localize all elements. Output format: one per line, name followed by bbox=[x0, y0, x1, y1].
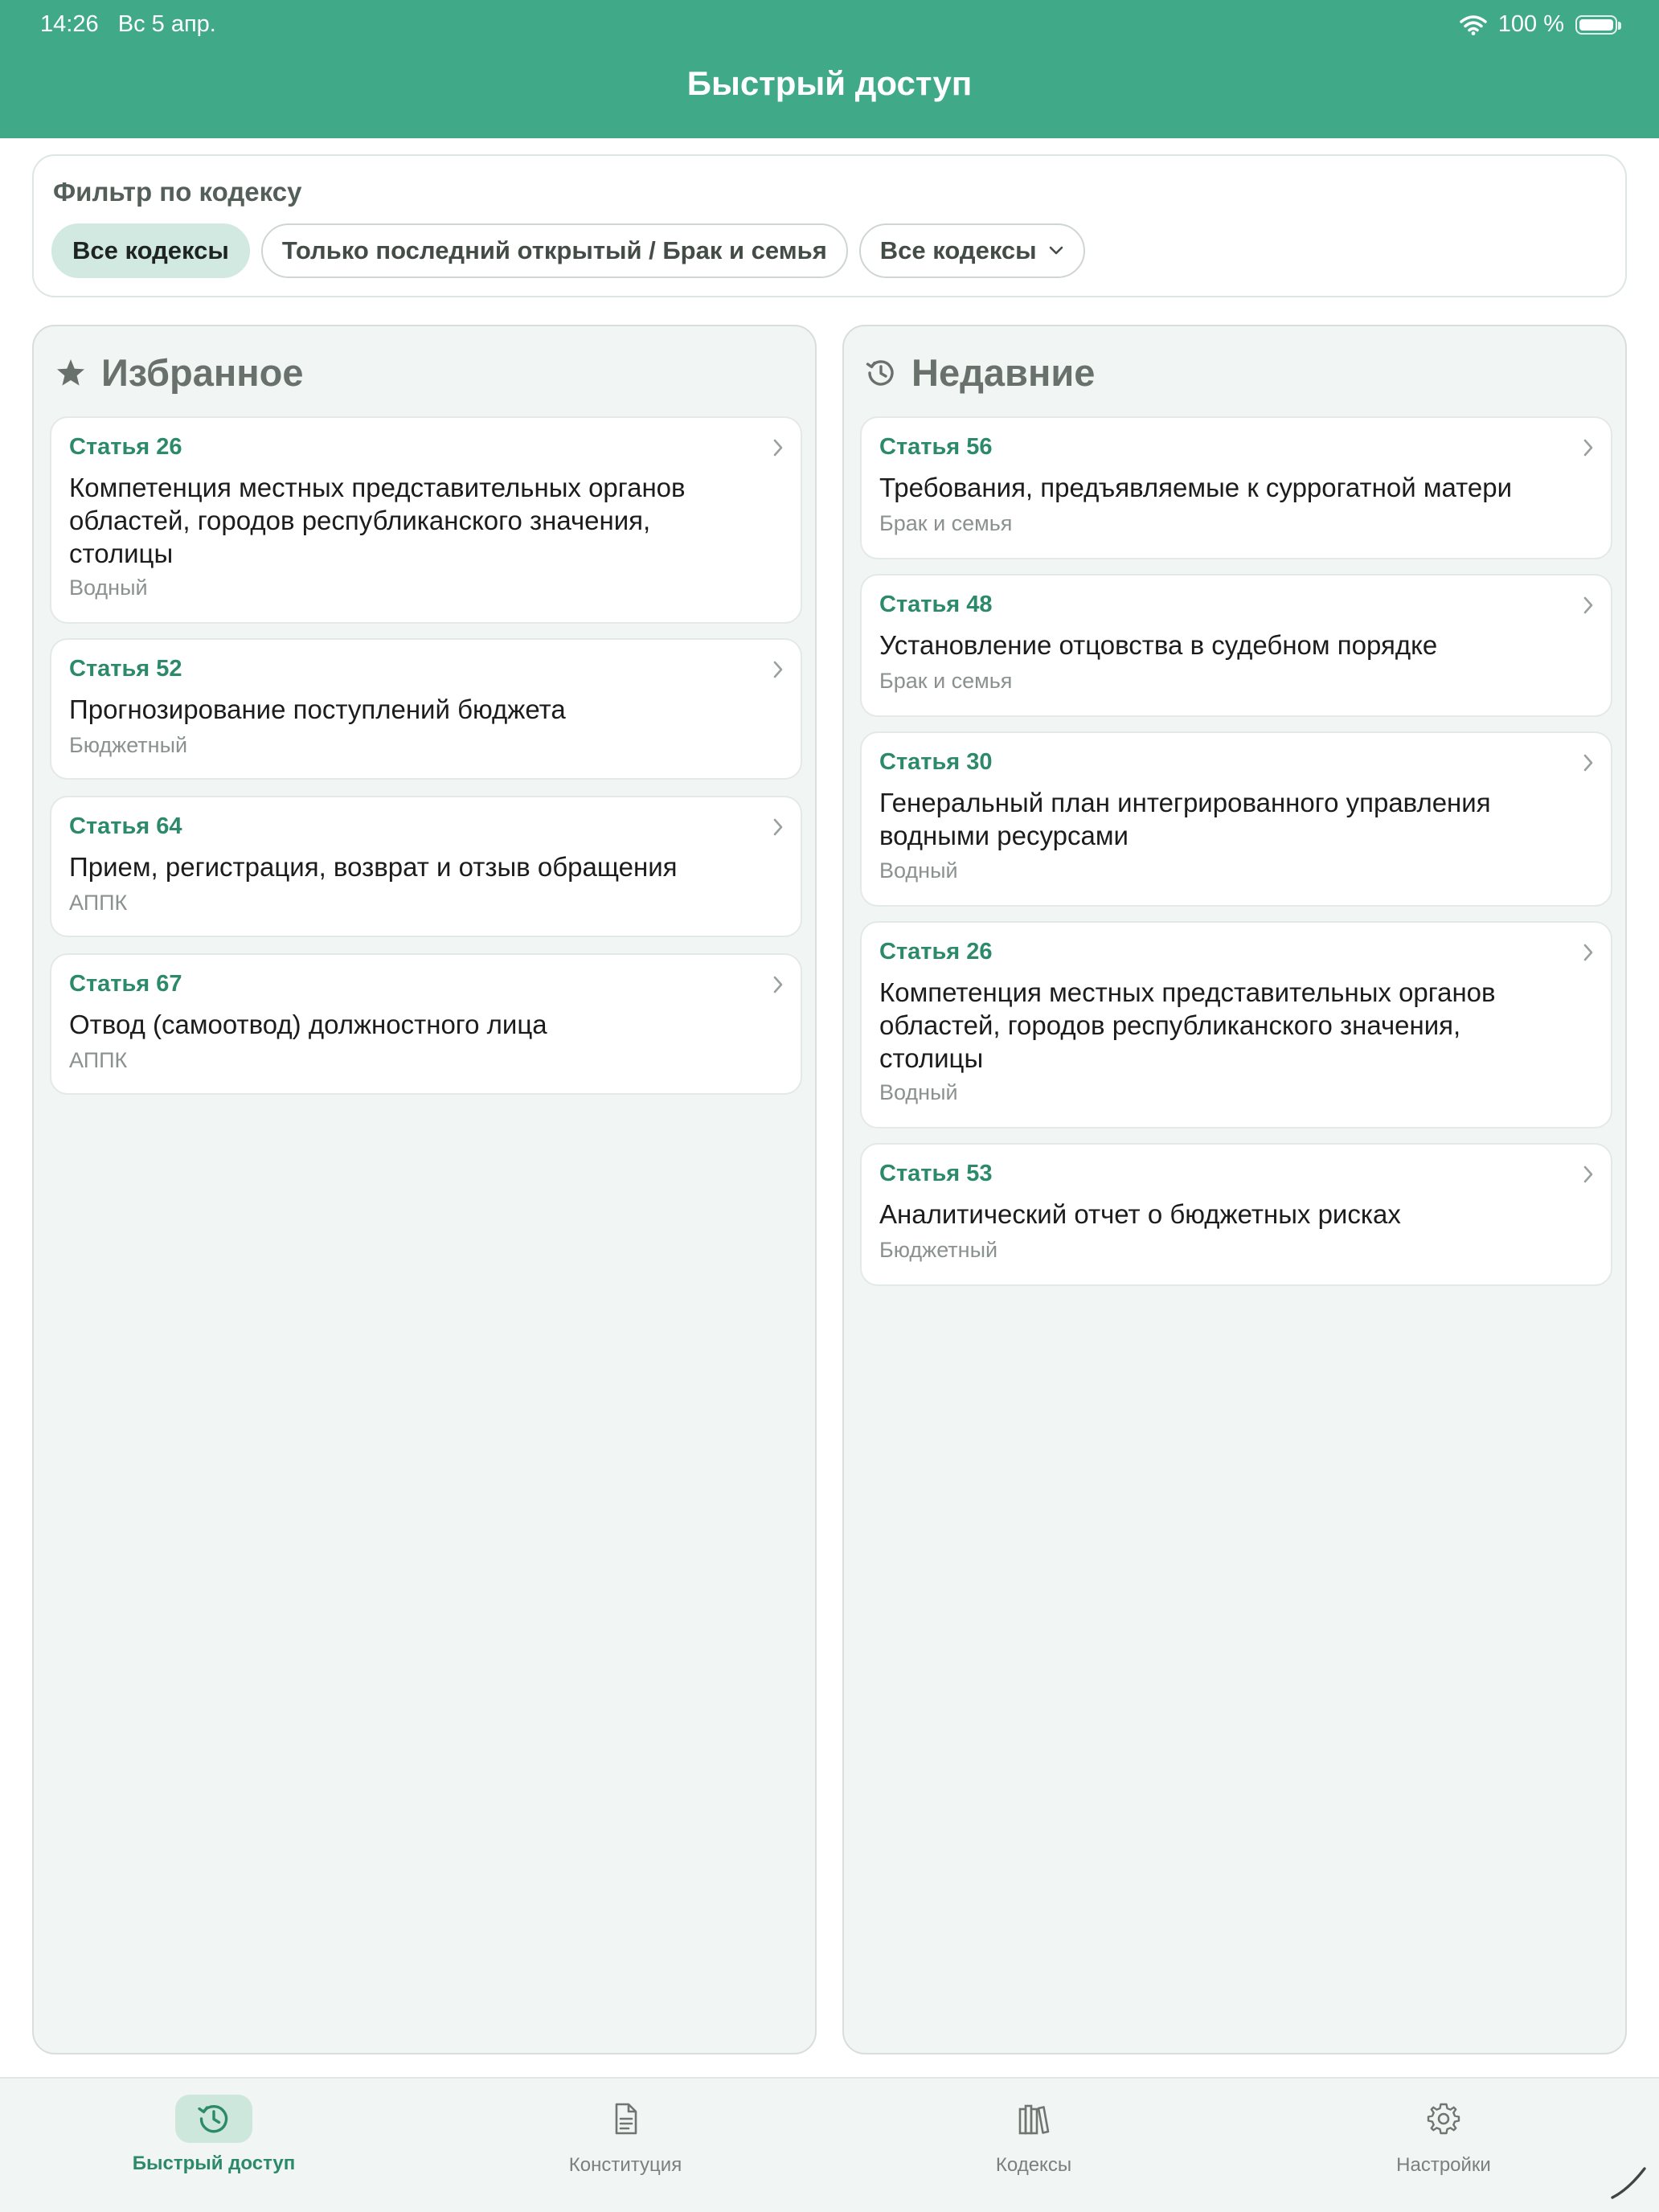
document-icon bbox=[615, 2103, 637, 2135]
status-right: 100 % bbox=[1460, 11, 1621, 38]
article-number: Статья 56 bbox=[879, 434, 993, 460]
recent-card[interactable]: Статья 26 Компетенция местных представит… bbox=[860, 921, 1612, 1129]
article-title: Требования, предъявляемые к суррогатной … bbox=[879, 473, 1513, 502]
code-name: АППК bbox=[69, 891, 128, 915]
tab-label: Настройки bbox=[1396, 2154, 1491, 2176]
chevron-right-icon bbox=[773, 976, 783, 993]
wifi-icon bbox=[1460, 14, 1487, 35]
tab-quick-access[interactable]: Быстрый доступ bbox=[93, 2079, 334, 2212]
status-date: Вс 5 апр. bbox=[117, 11, 216, 37]
tab-codes[interactable]: Кодексы bbox=[913, 2079, 1154, 2212]
article-title: Отвод (самоотвод) должностного лица bbox=[69, 1010, 547, 1039]
code-name: АППК bbox=[69, 1048, 128, 1072]
chip-label: Только последний открытый / Брак и семья bbox=[281, 236, 827, 264]
battery-percent: 100 % bbox=[1497, 11, 1564, 37]
recent-header: Недавние bbox=[865, 350, 1095, 395]
article-number: Статья 26 bbox=[69, 434, 182, 460]
app-root: 14:26 Вс 5 апр. 100 % Быстрый доступ Фил… bbox=[0, 0, 1659, 2212]
article-title: Установление отцовства в судебном порядк… bbox=[879, 630, 1438, 660]
code-name: Бюджетный bbox=[879, 1238, 998, 1262]
recent-card[interactable]: Статья 30 Генеральный план интегрированн… bbox=[860, 731, 1612, 907]
article-number: Статья 52 bbox=[69, 656, 182, 682]
filter-card: Фильтр по кодексу Все кодексы Только пос… bbox=[32, 154, 1627, 297]
history-icon bbox=[866, 359, 894, 386]
code-name: Бюджетный bbox=[69, 733, 188, 757]
favorite-card[interactable]: Статья 26 Компетенция местных представит… bbox=[50, 416, 802, 624]
article-number: Статья 26 bbox=[879, 939, 993, 965]
tab-label: Кодексы bbox=[995, 2154, 1072, 2176]
favorites-title: Избранное bbox=[101, 351, 304, 394]
favorite-card[interactable]: Статья 67 Отвод (самоотвод) должностного… bbox=[50, 953, 802, 1095]
tab-constitution[interactable]: Конституция bbox=[505, 2079, 746, 2212]
tab-label: Быстрый доступ bbox=[132, 2153, 296, 2174]
gear-icon bbox=[1427, 2103, 1460, 2135]
chevron-down-icon bbox=[1049, 246, 1063, 255]
tab-icon-highlight bbox=[175, 2095, 252, 2143]
chip-label: Все кодексы bbox=[72, 236, 229, 264]
recent-card[interactable]: Статья 56 Требования, предъявляемые к су… bbox=[860, 416, 1612, 559]
favorites-header: Избранное bbox=[55, 350, 303, 395]
code-name: Водный bbox=[69, 576, 148, 600]
article-title: Компетенция местных представительных орг… bbox=[69, 473, 686, 568]
code-name: Брак и семья bbox=[879, 669, 1013, 693]
chevron-right-icon bbox=[773, 818, 783, 836]
status-time: 14:26 bbox=[40, 11, 99, 37]
pencil-stroke-icon bbox=[1611, 2167, 1646, 2199]
books-icon bbox=[1018, 2104, 1050, 2135]
article-title: Прием, регистрация, возврат и отзыв обра… bbox=[69, 852, 678, 882]
code-name: Водный bbox=[879, 1080, 958, 1104]
article-number: Статья 53 bbox=[879, 1161, 993, 1186]
recent-title: Недавние bbox=[911, 351, 1096, 394]
page-title: Быстрый доступ bbox=[686, 64, 973, 102]
chevron-right-icon bbox=[1583, 754, 1593, 772]
chip-all-codes[interactable]: Все кодексы bbox=[51, 223, 250, 278]
chevron-right-icon bbox=[1583, 944, 1593, 961]
favorite-card[interactable]: Статья 64 Прием, регистрация, возврат и … bbox=[50, 796, 802, 937]
star-icon bbox=[57, 358, 84, 386]
tab-label: Конституция bbox=[568, 2154, 682, 2176]
chevron-right-icon bbox=[1583, 439, 1593, 457]
tab-bar: Быстрый доступ Конституция Кодексы Настр… bbox=[0, 2077, 1659, 2212]
article-number: Статья 67 bbox=[69, 971, 182, 997]
chevron-right-icon bbox=[773, 661, 783, 678]
recent-card[interactable]: Статья 53 Аналитический отчет о бюджетны… bbox=[860, 1143, 1612, 1286]
chip-label: Все кодексы bbox=[879, 236, 1037, 264]
code-name: Брак и семья bbox=[879, 511, 1013, 535]
chevron-right-icon bbox=[1583, 596, 1593, 614]
article-title: Аналитический отчет о бюджетных рисках bbox=[879, 1199, 1401, 1229]
article-number: Статья 48 bbox=[879, 592, 993, 617]
header-bar: 14:26 Вс 5 апр. 100 % Быстрый доступ bbox=[0, 0, 1659, 138]
recent-card[interactable]: Статья 48 Установление отцовства в судеб… bbox=[860, 574, 1612, 717]
recent-panel: Недавние Статья 56 Требования, предъявля… bbox=[842, 325, 1627, 2054]
article-title: Прогнозирование поступлений бюджета bbox=[69, 694, 566, 724]
tab-settings[interactable]: Настройки bbox=[1323, 2079, 1564, 2212]
filter-title: Фильтр по кодексу bbox=[53, 177, 302, 207]
battery-icon bbox=[1575, 14, 1621, 35]
article-title: Компетенция местных представительных орг… bbox=[879, 977, 1496, 1073]
status-time-date: 14:26 Вс 5 апр. bbox=[40, 11, 216, 38]
chevron-right-icon bbox=[1583, 1165, 1593, 1183]
code-name: Водный bbox=[879, 858, 958, 883]
history-icon bbox=[198, 2105, 228, 2133]
article-title: Генеральный план интегрированного управл… bbox=[879, 788, 1491, 850]
chip-last-opened[interactable]: Только последний открытый / Брак и семья bbox=[260, 223, 848, 278]
favorites-panel: Избранное Статья 26 Компетенция местных … bbox=[32, 325, 817, 2054]
favorite-card[interactable]: Статья 52 Прогнозирование поступлений бю… bbox=[50, 638, 802, 780]
article-number: Статья 64 bbox=[69, 813, 182, 839]
filter-chips: Все кодексы Только последний открытый / … bbox=[51, 223, 1085, 278]
article-number: Статья 30 bbox=[879, 749, 993, 775]
chevron-right-icon bbox=[773, 439, 783, 457]
code-select-dropdown[interactable]: Все кодексы bbox=[858, 223, 1085, 278]
